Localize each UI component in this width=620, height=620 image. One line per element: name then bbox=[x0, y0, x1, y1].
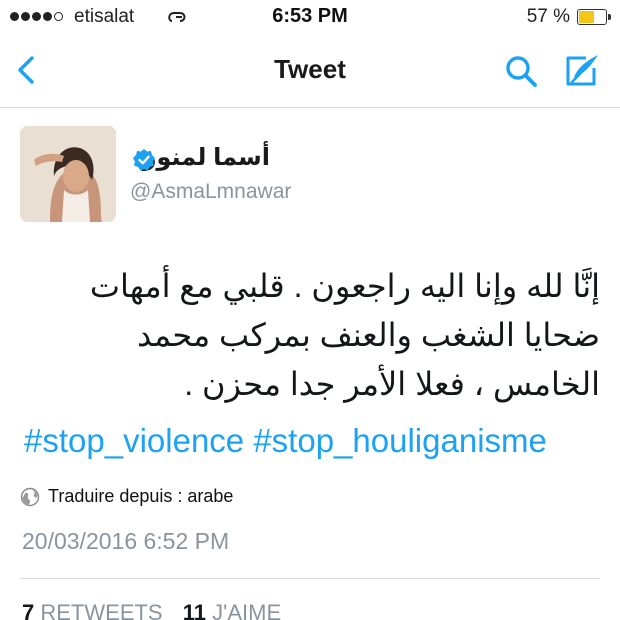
author-handle[interactable]: @AsmaLmnawar bbox=[130, 180, 291, 204]
navigation-bar: Tweet bbox=[0, 34, 620, 108]
battery-cap bbox=[608, 14, 611, 20]
tweet-text-line: ضحايا الشغب والعنف بمركب محمد bbox=[137, 317, 600, 353]
battery-percent: 57 % bbox=[526, 6, 570, 27]
translate-tweet-button[interactable]: Traduire depuis : arabe bbox=[20, 486, 233, 507]
tweet-text: إنَّا لله وإنا اليه راجعون . قلبي مع أمه… bbox=[24, 262, 600, 409]
retweets-count: 7 bbox=[22, 600, 35, 620]
likes-count-link[interactable]: 11 J'AIME bbox=[183, 600, 281, 620]
retweets-count-link[interactable]: 7 RETWEETS bbox=[22, 600, 163, 620]
tweet-timestamp: 20/03/2016 6:52 PM bbox=[22, 528, 230, 554]
likes-count: 11 bbox=[182, 600, 206, 620]
hashtag-stop-violence[interactable]: #stop_violence bbox=[24, 422, 244, 459]
author-avatar[interactable] bbox=[20, 126, 116, 222]
translate-label: Traduire depuis : arabe bbox=[48, 486, 234, 506]
globe-icon bbox=[20, 487, 40, 506]
verified-badge-icon bbox=[133, 149, 155, 171]
tweet-hashtags: #stop_violence #stop_houliganisme bbox=[24, 422, 614, 460]
search-icon[interactable] bbox=[502, 52, 542, 92]
compose-tweet-icon[interactable] bbox=[560, 50, 606, 92]
status-bar: etisalat 6:53 PM 57 % bbox=[0, 0, 620, 34]
tweet-text-line: الخامس ، فعلا الأمر جدا محزن . bbox=[184, 366, 600, 402]
tweet-text-line: إنَّا لله وإنا اليه راجعون . قلبي مع أمه… bbox=[89, 268, 600, 304]
likes-label: J'AIME bbox=[212, 600, 282, 620]
tweet-stats: 7 RETWEETS 11 J'AIME bbox=[22, 600, 295, 620]
retweets-label: RETWEETS bbox=[40, 600, 163, 620]
battery-icon bbox=[577, 9, 607, 25]
divider bbox=[20, 578, 600, 579]
avatar-portrait bbox=[20, 126, 116, 222]
hashtag-stop-houliganisme[interactable]: #stop_houliganisme bbox=[253, 422, 547, 459]
